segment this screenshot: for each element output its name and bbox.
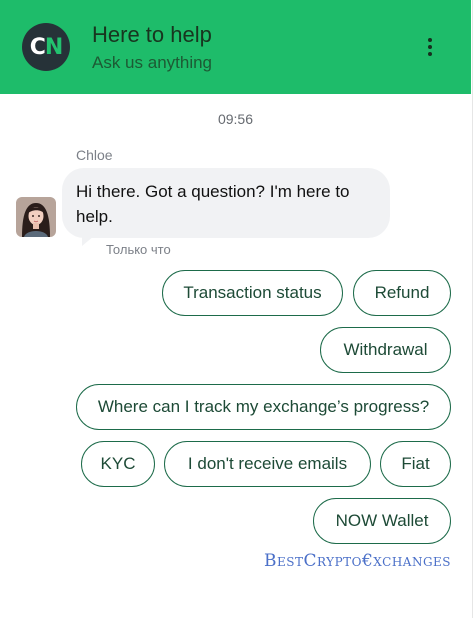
quick-reply-transaction-status[interactable]: Transaction status <box>162 270 343 316</box>
chat-timestamp: 09:56 <box>217 111 254 127</box>
bubble-tail <box>82 236 94 246</box>
quick-reply-track-progress[interactable]: Where can I track my exchange’s progress… <box>76 384 451 430</box>
watermark-text: BestCrypto€xchanges <box>264 551 452 571</box>
agent-avatar <box>16 197 56 237</box>
more-vertical-icon[interactable] <box>418 32 442 62</box>
logo-letter-n: N <box>44 34 63 60</box>
quick-reply-fiat[interactable]: Fiat <box>380 441 451 487</box>
sender-name: Chloe <box>76 147 113 163</box>
brand-logo: CN <box>22 23 70 71</box>
quick-reply-now-wallet[interactable]: NOW Wallet <box>313 498 451 544</box>
quick-reply-no-emails[interactable]: I don't receive emails <box>164 441 371 487</box>
quick-reply-withdrawal[interactable]: Withdrawal <box>320 327 451 373</box>
chat-header: CN Here to help Ask us anything <box>0 0 471 94</box>
header-title: Here to help <box>92 22 212 47</box>
quick-reply-kyc[interactable]: KYC <box>81 441 155 487</box>
message-time-label: Только что <box>106 242 171 257</box>
logo-letter-c: C <box>29 34 46 60</box>
header-subtitle: Ask us anything <box>92 53 213 72</box>
quick-reply-refund[interactable]: Refund <box>353 270 451 316</box>
agent-message-bubble: Hi there. Got a question? I'm here to he… <box>62 168 390 238</box>
